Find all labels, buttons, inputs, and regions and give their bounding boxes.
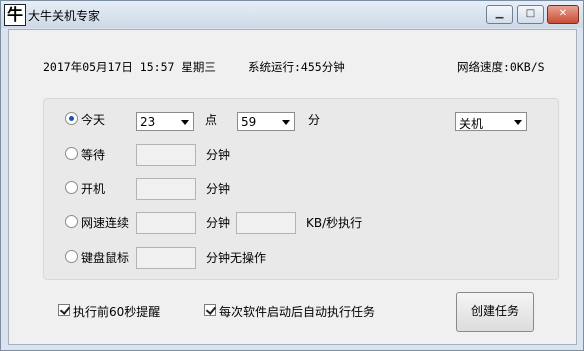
- autorun-checkbox[interactable]: [204, 304, 217, 316]
- main-panel: 2017年05月17日 15:57 星期三 系统运行:455分钟 网络速度:0K…: [8, 29, 577, 345]
- action-select[interactable]: 关机: [455, 112, 527, 131]
- close-button[interactable]: ✕: [547, 5, 579, 24]
- chevron-down-icon: [181, 120, 189, 125]
- hour-unit: 点: [205, 113, 218, 127]
- check-icon: [205, 304, 217, 315]
- radio-today-label: 今天: [81, 113, 106, 127]
- idle-unit: 分钟无操作: [206, 251, 267, 265]
- radio-idle-label: 键盘鼠标: [81, 251, 130, 265]
- autorun-label: 每次软件启动后自动执行任务: [219, 305, 376, 319]
- remind-label: 执行前60秒提醒: [73, 305, 161, 319]
- hour-value: 23: [140, 115, 156, 129]
- radio-wait[interactable]: [65, 147, 78, 160]
- uptime-text: 系统运行:455分钟: [248, 60, 345, 74]
- wait-minutes-input[interactable]: [136, 144, 196, 166]
- remind-checkbox[interactable]: [58, 304, 71, 316]
- radio-boot-label: 开机: [81, 182, 106, 196]
- radio-today[interactable]: [65, 112, 78, 125]
- maximize-button[interactable]: □: [517, 5, 544, 24]
- radio-idle[interactable]: [65, 250, 78, 263]
- minute-unit: 分: [308, 113, 321, 127]
- hour-select[interactable]: 23: [136, 112, 194, 131]
- check-icon: [59, 304, 71, 315]
- datetime-text: 2017年05月17日 15:57 星期三: [43, 60, 216, 74]
- title-bar[interactable]: 牛 大牛关机专家 ▁ □ ✕: [1, 1, 583, 28]
- create-task-button[interactable]: 创建任务: [456, 292, 534, 332]
- netspeed-unit: 分钟: [206, 216, 231, 230]
- minute-value: 59: [241, 115, 257, 129]
- minute-select[interactable]: 59: [237, 112, 295, 131]
- netspeed-minutes-input[interactable]: [136, 212, 196, 234]
- chevron-down-icon: [282, 120, 290, 125]
- chevron-down-icon: [514, 120, 522, 125]
- netspeed-kb-input[interactable]: [236, 212, 296, 234]
- netspeed-speed-unit: KB/秒执行: [306, 216, 363, 230]
- schedule-group: 今天 23 点 59 分 关机 等待 分钟 开机 分钟 网速连续 分钟 KB/秒…: [43, 98, 559, 280]
- action-value: 关机: [459, 117, 484, 131]
- radio-boot[interactable]: [65, 181, 78, 194]
- network-speed-text: 网络速度:0KB/S: [457, 60, 545, 74]
- boot-unit: 分钟: [206, 182, 231, 196]
- boot-minutes-input[interactable]: [136, 178, 196, 200]
- radio-wait-label: 等待: [81, 148, 106, 162]
- radio-netspeed[interactable]: [65, 215, 78, 228]
- app-icon: 牛: [4, 4, 26, 26]
- idle-minutes-input[interactable]: [136, 247, 196, 269]
- app-window: 牛 大牛关机专家 ▁ □ ✕ 2017年05月17日 15:57 星期三 系统运…: [0, 0, 584, 351]
- wait-unit: 分钟: [206, 148, 231, 162]
- minimize-button[interactable]: ▁: [486, 5, 513, 24]
- window-title: 大牛关机专家: [28, 9, 101, 23]
- radio-netspeed-label: 网速连续: [81, 216, 130, 230]
